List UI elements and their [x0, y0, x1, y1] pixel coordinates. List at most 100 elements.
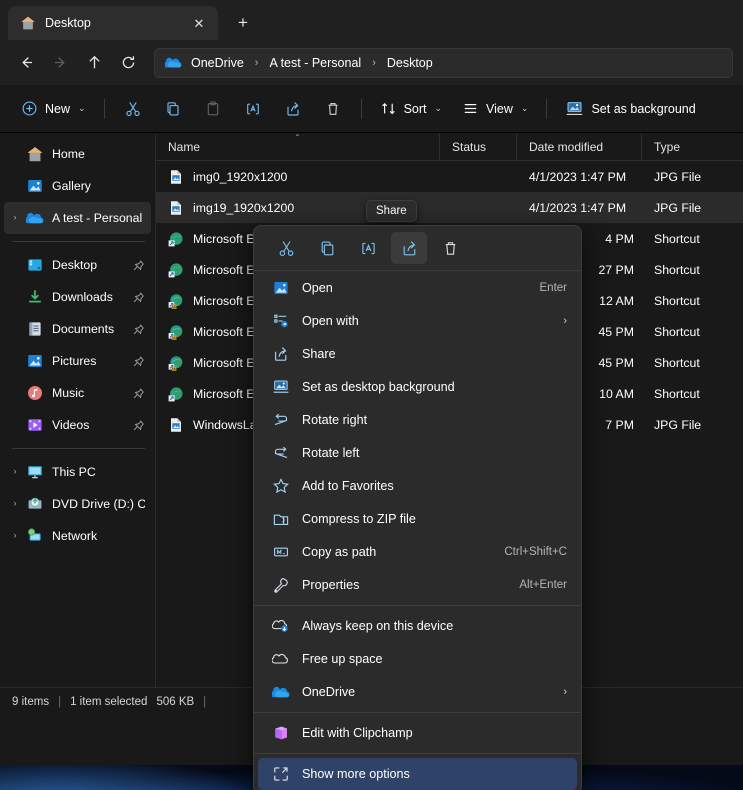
- menu-item-rotate-right[interactable]: Rotate right: [258, 404, 577, 436]
- column-header-status[interactable]: Status: [440, 133, 517, 160]
- delete-button[interactable]: [432, 232, 468, 264]
- menu-item-always-keep-on-device[interactable]: Always keep on this device: [258, 610, 577, 642]
- menu-item-onedrive[interactable]: OneDrive ›: [258, 676, 577, 708]
- view-label: View: [486, 102, 513, 116]
- pin-icon[interactable]: [132, 419, 145, 432]
- sidebar-item-gallery[interactable]: Gallery: [4, 170, 151, 202]
- pin-icon[interactable]: [132, 323, 145, 336]
- table-row[interactable]: img19_1920x1200 4/1/2023 1:47 PM JPG Fil…: [156, 192, 743, 223]
- column-header-type[interactable]: Type: [642, 133, 739, 160]
- cut-button[interactable]: [114, 93, 152, 125]
- sidebar-label: Documents: [52, 322, 132, 336]
- rename-button[interactable]: [350, 232, 386, 264]
- chevron-right-icon[interactable]: ›: [4, 499, 26, 509]
- copy-button[interactable]: [154, 93, 192, 125]
- chevron-right-icon[interactable]: ›: [4, 467, 26, 477]
- menu-item-free-up-space[interactable]: Free up space: [258, 643, 577, 675]
- sidebar-item-dvd-drive[interactable]: › DVD Drive (D:) CCC: [4, 488, 151, 520]
- new-tab-button[interactable]: +: [228, 7, 258, 37]
- sidebar-divider: [12, 448, 145, 449]
- edge-shortcut-icon: [168, 386, 184, 402]
- clipchamp-icon: [272, 724, 290, 742]
- menu-item-share[interactable]: Share: [258, 338, 577, 370]
- sidebar-item-this-pc[interactable]: › This PC: [4, 456, 151, 488]
- menu-item-label: Always keep on this device: [302, 619, 567, 633]
- copy-button[interactable]: [309, 232, 345, 264]
- sidebar-item-music[interactable]: Music: [4, 377, 151, 409]
- cut-button[interactable]: [268, 232, 304, 264]
- column-header-name[interactable]: ⌃ Name: [156, 133, 440, 160]
- rename-button[interactable]: [234, 93, 272, 125]
- pin-icon[interactable]: [132, 387, 145, 400]
- breadcrumb-item-desktop[interactable]: Desktop: [383, 54, 437, 72]
- cell-date: 4/1/2023 1:47 PM: [517, 170, 642, 184]
- chevron-right-icon[interactable]: ›: [4, 531, 26, 541]
- item-count: 9 items: [12, 696, 49, 708]
- refresh-button[interactable]: [112, 48, 144, 78]
- edge-shortcut-am-icon: AM: [168, 355, 184, 371]
- chevron-right-icon[interactable]: ›: [4, 213, 26, 223]
- share-button[interactable]: [391, 232, 427, 264]
- set-background-icon: [272, 378, 290, 396]
- back-button[interactable]: [10, 48, 42, 78]
- sidebar-item-videos[interactable]: Videos: [4, 409, 151, 441]
- photos-open-icon: [272, 279, 290, 297]
- breadcrumb-item-account[interactable]: A test - Personal: [265, 54, 365, 72]
- sidebar-item-documents[interactable]: Documents: [4, 313, 151, 345]
- onedrive-icon: [26, 209, 44, 227]
- menu-item-show-more-options[interactable]: Show more options: [258, 758, 577, 790]
- sidebar-label: Videos: [52, 418, 132, 432]
- new-button[interactable]: New ⌄: [12, 93, 95, 125]
- set-as-background-button[interactable]: Set as background: [556, 93, 704, 125]
- table-row[interactable]: img0_1920x1200 4/1/2023 1:47 PM JPG File: [156, 161, 743, 192]
- breadcrumb-item-onedrive[interactable]: OneDrive: [187, 54, 248, 72]
- column-header-date-modified[interactable]: Date modified: [517, 133, 642, 160]
- sidebar-item-pictures[interactable]: Pictures: [4, 345, 151, 377]
- menu-item-label: Add to Favorites: [302, 479, 567, 493]
- menu-item-compress-to-zip[interactable]: Compress to ZIP file: [258, 503, 577, 535]
- up-button[interactable]: [78, 48, 110, 78]
- menu-item-add-to-favorites[interactable]: Add to Favorites: [258, 470, 577, 502]
- sidebar-item-home[interactable]: Home: [4, 138, 151, 170]
- delete-button[interactable]: [314, 93, 352, 125]
- tab-desktop[interactable]: Desktop ✕: [8, 6, 218, 40]
- sidebar-item-a-test-personal[interactable]: › A test - Personal: [4, 202, 151, 234]
- chevron-right-icon: ›: [563, 686, 567, 698]
- thispc-icon: [26, 463, 44, 481]
- sidebar-item-desktop[interactable]: Desktop: [4, 249, 151, 281]
- menu-item-open-with[interactable]: Open with ›: [258, 305, 577, 337]
- menu-item-label: Compress to ZIP file: [302, 512, 567, 526]
- close-icon[interactable]: ✕: [188, 12, 210, 34]
- menu-item-label: Properties: [302, 578, 507, 592]
- menu-item-properties[interactable]: Properties Alt+Enter: [258, 569, 577, 601]
- cell-type: JPG File: [642, 201, 739, 215]
- sidebar-item-downloads[interactable]: Downloads: [4, 281, 151, 313]
- menu-item-label: Free up space: [302, 652, 567, 666]
- forward-button[interactable]: [44, 48, 76, 78]
- menu-item-edit-with-clipchamp[interactable]: Edit with Clipchamp: [258, 717, 577, 749]
- cell-name: img0_1920x1200: [156, 169, 440, 185]
- menu-item-accel: Ctrl+Shift+C: [504, 546, 567, 558]
- svg-text:AM: AM: [172, 304, 177, 308]
- menu-item-open[interactable]: Open Enter: [258, 272, 577, 304]
- cell-type: Shortcut: [642, 263, 739, 277]
- pin-icon[interactable]: [132, 355, 145, 368]
- tab-label: Desktop: [45, 16, 179, 30]
- share-button[interactable]: [274, 93, 312, 125]
- menu-item-copy-as-path[interactable]: Copy as path Ctrl+Shift+C: [258, 536, 577, 568]
- chevron-down-icon: ⌄: [78, 103, 86, 114]
- paste-button[interactable]: [194, 93, 232, 125]
- sidebar-label: Downloads: [52, 290, 132, 304]
- sidebar-label: A test - Personal: [52, 211, 145, 225]
- pin-icon[interactable]: [132, 259, 145, 272]
- view-button[interactable]: View ⌄: [453, 93, 537, 125]
- menu-item-label: Show more options: [302, 767, 567, 781]
- sidebar-label: Home: [52, 147, 145, 161]
- menu-item-rotate-left[interactable]: Rotate left: [258, 437, 577, 469]
- pin-icon[interactable]: [132, 291, 145, 304]
- sidebar-item-network[interactable]: › Network: [4, 520, 151, 552]
- sort-button[interactable]: Sort ⌄: [371, 93, 451, 125]
- status-separator: |: [58, 696, 61, 708]
- menu-item-set-as-desktop-background[interactable]: Set as desktop background: [258, 371, 577, 403]
- address-bar[interactable]: OneDrive › A test - Personal › Desktop: [154, 48, 733, 78]
